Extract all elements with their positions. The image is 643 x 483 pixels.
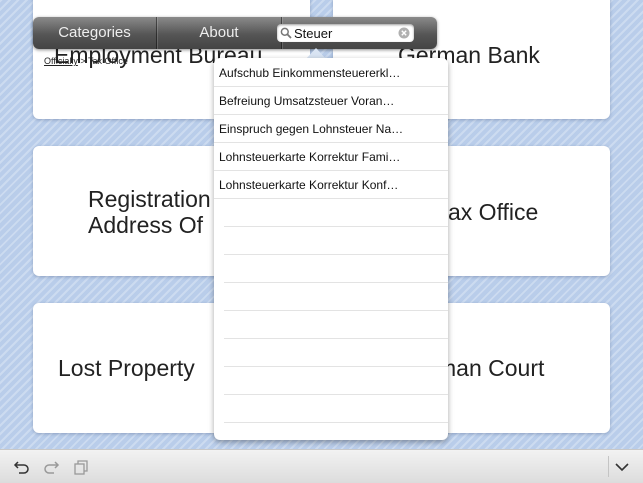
card-title: ax Office	[448, 199, 539, 225]
breadcrumb-link[interactable]: Officially	[44, 56, 78, 66]
chevron-down-icon[interactable]	[612, 457, 632, 477]
about-button[interactable]: About	[157, 17, 281, 49]
empty-row	[224, 366, 448, 395]
bottom-toolbar	[0, 449, 643, 483]
card-title: man Court	[437, 355, 545, 381]
card-title: Lost Property	[58, 355, 195, 381]
search-input[interactable]	[294, 25, 394, 41]
toolbar-divider	[608, 456, 609, 477]
empty-row	[224, 338, 448, 367]
categories-button[interactable]: Categories	[33, 17, 156, 49]
empty-row	[224, 254, 448, 283]
undo-icon[interactable]	[12, 457, 32, 477]
empty-row	[224, 198, 448, 227]
search-result-item[interactable]: Lohnsteuerkarte Korrektur Konf…	[214, 170, 448, 199]
empty-row	[224, 282, 448, 311]
search-result-item[interactable]: Lohnsteuerkarte Korrektur Fami…	[214, 142, 448, 171]
search-result-item[interactable]: Befreiung Umsatzsteuer Voran…	[214, 86, 448, 115]
card-title-line1: Registration	[88, 186, 211, 212]
breadcrumb-current: Tax Office	[87, 56, 128, 66]
search-result-item[interactable]: Aufschub Einkommensteuererkl…	[214, 58, 448, 87]
copy-icon[interactable]	[70, 457, 90, 477]
clear-search-icon[interactable]	[398, 27, 410, 39]
breadcrumb: Officially > Tax Office	[44, 56, 128, 66]
empty-row	[224, 394, 448, 423]
search-result-label: Lohnsteuerkarte Korrektur Konf…	[219, 178, 399, 192]
search-result-label: Aufschub Einkommensteuererkl…	[219, 66, 401, 80]
card-title-line2: Address Of	[88, 212, 204, 238]
search-result-label: Einspruch gegen Lohnsteuer Na…	[219, 122, 404, 136]
redo-icon[interactable]	[41, 457, 61, 477]
top-toolbar: Categories About	[33, 17, 437, 49]
search-result-label: Lohnsteuerkarte Korrektur Fami…	[219, 150, 401, 164]
empty-row	[224, 310, 448, 339]
empty-row	[224, 226, 448, 255]
search-result-label: Befreiung Umsatzsteuer Voran…	[219, 94, 395, 108]
search-result-item[interactable]: Einspruch gegen Lohnsteuer Na…	[214, 114, 448, 143]
search-icon	[280, 27, 292, 39]
search-field[interactable]	[277, 24, 414, 42]
search-results-dropdown: Aufschub Einkommensteuererkl… Befreiung …	[214, 58, 448, 440]
breadcrumb-separator: >	[80, 56, 86, 66]
